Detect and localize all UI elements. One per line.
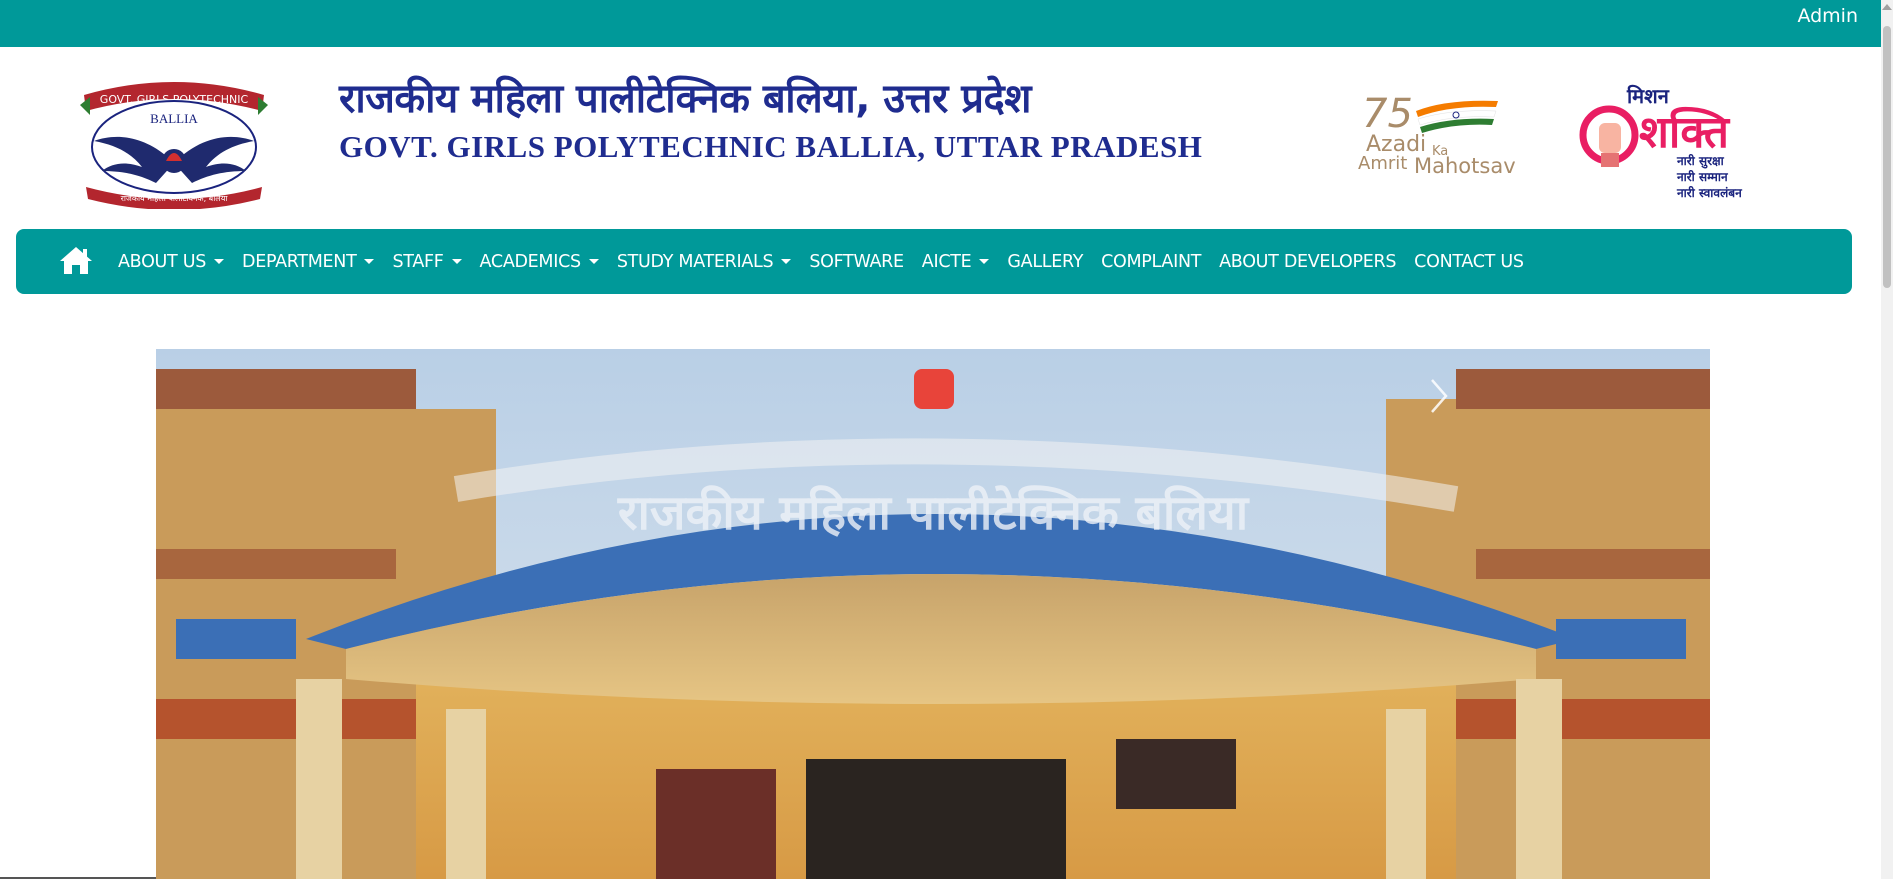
nav-item-complaint[interactable]: COMPLAINT [1101, 252, 1201, 272]
azadi-number: 75 [1362, 91, 1413, 137]
shakti-line1: नारी सुरक्षा [1676, 154, 1725, 169]
main-navbar: ABOUT US DEPARTMENT STAFF ACADEMICS STUDY MA… [16, 229, 1852, 294]
chevron-left-icon[interactable] [98, 366, 138, 426]
shakti-top: मिशन [1626, 84, 1670, 108]
nav-item-department[interactable]: DEPARTMENT [242, 251, 375, 272]
admin-link[interactable]: Admin [1797, 5, 1858, 27]
site-header: GOVT. GIRLS POLYTECHNIC BALLIA राजकीय मह… [0, 47, 1880, 230]
top-bar: Admin [0, 0, 1893, 47]
nav-item-software[interactable]: SOFTWARE [809, 251, 904, 272]
shakti-line2: नारी सम्मान [1676, 170, 1729, 184]
home-icon[interactable] [59, 245, 93, 275]
nav-item-label: ABOUT US [118, 251, 207, 272]
caret-down-icon [364, 259, 375, 264]
nav-item-label: AICTE [921, 251, 972, 272]
nav-item-label: COMPLAINT [1101, 251, 1202, 272]
caret-down-icon [781, 259, 792, 264]
scrollbar-thumb[interactable] [1883, 26, 1891, 288]
caret-down-icon [451, 259, 462, 264]
hero-carousel[interactable]: राजकीय महिला पालीटेक्निक बलिया [156, 349, 1710, 879]
azadi-line3: Mahotsav [1414, 154, 1516, 178]
nav-item-label: CONTACT US [1414, 251, 1524, 272]
azadi-ka-amrit-mahotsav-logo: 75 Azadi Ka Amrit Mahotsav [1358, 91, 1516, 178]
nav-item-label: ABOUT DEVELOPERS [1219, 251, 1397, 272]
carousel-slide-image: राजकीय महिला पालीटेक्निक बलिया [156, 349, 1710, 879]
nav-item-staff[interactable]: STAFF [392, 251, 462, 272]
nav-item-label: STUDY MATERIALS [616, 251, 774, 272]
mission-shakti-logo: मिशन शक्ति नारी सुरक्षा नारी सम्मान नारी… [1579, 84, 1743, 200]
nav-item-academics[interactable]: ACADEMICS [480, 252, 599, 272]
chevron-right-icon[interactable] [1418, 366, 1458, 426]
college-logo[interactable]: GOVT. GIRLS POLYTECHNIC BALLIA राजकीय मह… [76, 75, 272, 209]
logo-center-text: BALLIA [150, 111, 198, 126]
caret-down-icon [214, 259, 225, 264]
nav-menu: ABOUT US DEPARTMENT STAFF ACADEMICS STUDY MA… [118, 229, 1542, 294]
caret-down-icon [979, 259, 990, 264]
nav-item-about-developers[interactable]: ABOUT DEVELOPERS [1219, 252, 1396, 272]
nav-item-label: SOFTWARE [809, 251, 904, 272]
nav-item-study-materials[interactable]: STUDY MATERIALS [617, 252, 792, 272]
shakti-main: शक्ति [1639, 106, 1731, 158]
nav-item-about-us[interactable]: ABOUT US [118, 251, 225, 272]
nav-item-aicte[interactable]: AICTE [922, 252, 990, 272]
site-title-english: GOVT. GIRLS POLYTECHNIC BALLIA, UTTAR PR… [339, 129, 1203, 164]
site-title-hindi: राजकीय महिला पालीटेक्निक बलिया, उत्तर प्… [339, 76, 1031, 122]
caret-down-icon [588, 259, 599, 264]
nav-item-label: GALLERY [1007, 251, 1084, 272]
nav-item-label: DEPARTMENT [242, 251, 357, 272]
logo-bottom-text: राजकीय महिला पालीटेक्निक, बलिया [121, 193, 229, 203]
scrollbar[interactable] [1881, 0, 1893, 879]
nav-item-gallery[interactable]: GALLERY [1007, 252, 1083, 272]
nav-item-label: STAFF [392, 251, 444, 272]
shakti-line3: नारी स्वावलंबन [1676, 186, 1743, 200]
azadi-line2: Amrit [1358, 153, 1407, 174]
nav-item-label: ACADEMICS [479, 251, 582, 272]
nav-item-contact-us[interactable]: CONTACT US [1414, 251, 1524, 272]
arch-sign-text: राजकीय महिला पालीटेक्निक बलिया [617, 485, 1250, 541]
scroll-up-icon[interactable] [1882, 4, 1892, 10]
